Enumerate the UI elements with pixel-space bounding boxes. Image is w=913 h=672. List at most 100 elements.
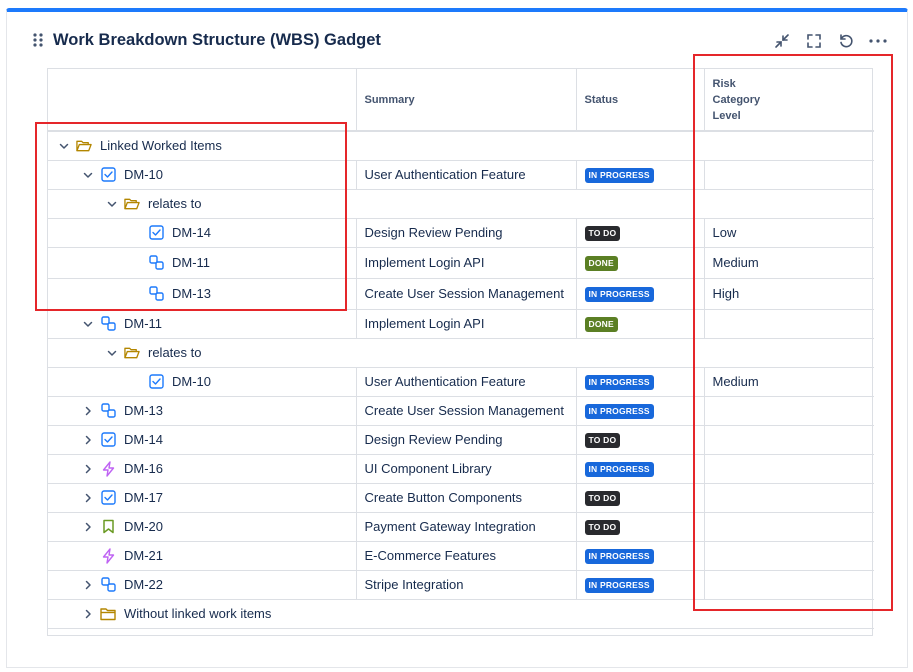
group-row[interactable]: Without linked work items bbox=[48, 599, 874, 629]
table-row[interactable]: DM-10 User Authentication Feature IN PROGR… bbox=[48, 367, 874, 397]
more-options-icon[interactable] bbox=[869, 32, 887, 50]
issue-key-link[interactable]: DM-21 bbox=[124, 548, 163, 563]
tree-cell: DM-14 bbox=[48, 425, 357, 455]
table-row[interactable]: DM-21 E-Commerce Features IN PROGRESS bbox=[48, 541, 874, 571]
header-summary[interactable]: Summary bbox=[356, 69, 577, 132]
group-row[interactable]: relates to bbox=[48, 189, 874, 219]
issue-key-link[interactable]: DM-20 bbox=[124, 519, 163, 534]
refresh-icon[interactable] bbox=[837, 32, 855, 50]
chevron-right-icon[interactable] bbox=[80, 461, 96, 477]
task-checkbox-icon bbox=[100, 167, 116, 183]
summary-cell[interactable]: Stripe Integration bbox=[356, 570, 577, 600]
status-badge[interactable]: TO DO bbox=[584, 226, 621, 241]
wbs-table: Summary Status Risk Category Level Linke… bbox=[47, 68, 874, 636]
chevron-right-icon[interactable] bbox=[80, 490, 96, 506]
task-checkbox-icon bbox=[100, 432, 116, 448]
risk-level-cell: Medium bbox=[704, 247, 874, 279]
epic-lightning-icon bbox=[100, 460, 116, 477]
table-row[interactable]: DM-14 Design Review Pending TO DO bbox=[48, 425, 874, 455]
status-badge[interactable]: TO DO bbox=[584, 433, 621, 448]
issue-key-link[interactable]: DM-17 bbox=[124, 490, 163, 505]
summary-cell[interactable]: Implement Login API bbox=[356, 309, 577, 339]
issue-key-link[interactable]: DM-14 bbox=[124, 432, 163, 447]
status-badge[interactable]: IN PROGRESS bbox=[584, 578, 654, 593]
chevron-right-icon[interactable] bbox=[80, 606, 96, 622]
folder-open-icon bbox=[124, 196, 140, 212]
summary-cell[interactable]: Design Review Pending bbox=[356, 218, 577, 248]
folder-closed-icon bbox=[100, 606, 116, 622]
risk-level-cell bbox=[704, 425, 874, 455]
summary-cell[interactable]: Payment Gateway Integration bbox=[356, 512, 577, 542]
minimize-icon[interactable] bbox=[773, 32, 791, 50]
issue-key-link[interactable]: DM-16 bbox=[124, 461, 163, 476]
status-badge[interactable]: IN PROGRESS bbox=[584, 462, 654, 477]
table-row[interactable]: DM-10 User Authentication Feature IN PROGR… bbox=[48, 160, 874, 190]
risk-level-cell bbox=[704, 483, 874, 513]
chevron-down-icon[interactable] bbox=[80, 167, 96, 183]
group-row[interactable]: Linked Worked Items bbox=[48, 131, 874, 161]
issue-key-link[interactable]: DM-13 bbox=[172, 286, 211, 301]
chevron-right-icon[interactable] bbox=[80, 403, 96, 419]
table-row[interactable]: DM-14 Design Review Pending TO DO Low bbox=[48, 218, 874, 248]
tree-cell: DM-20 bbox=[48, 512, 357, 542]
chevron-down-icon[interactable] bbox=[104, 196, 120, 212]
header-risk-line-1: Risk bbox=[712, 77, 736, 90]
summary-cell[interactable]: Implement Login API bbox=[356, 247, 577, 279]
table-row[interactable]: DM-22 Stripe Integration IN PROGRESS bbox=[48, 570, 874, 600]
issue-key-link[interactable]: DM-14 bbox=[172, 225, 211, 240]
chevron-right-icon[interactable] bbox=[80, 519, 96, 535]
table-row[interactable]: DM-20 Payment Gateway Integration TO DO bbox=[48, 512, 874, 542]
fullscreen-icon[interactable] bbox=[805, 32, 823, 50]
summary-cell[interactable]: Design Review Pending bbox=[356, 425, 577, 455]
summary-cell[interactable]: E-Commerce Features bbox=[356, 541, 577, 571]
summary-cell[interactable]: Create User Session Management bbox=[356, 396, 577, 426]
group-label: relates to bbox=[148, 345, 202, 360]
risk-level-cell: Low bbox=[704, 218, 874, 248]
task-checkbox-icon bbox=[148, 225, 164, 241]
risk-level-cell bbox=[704, 309, 874, 339]
table-row[interactable]: DM-11 Implement Login API DONE Medium bbox=[48, 247, 874, 279]
table-row[interactable]: DM-11 Implement Login API DONE bbox=[48, 309, 874, 339]
chevron-down-icon[interactable] bbox=[56, 138, 72, 154]
summary-cell[interactable]: Create User Session Management bbox=[356, 278, 577, 310]
group-row[interactable]: relates to bbox=[48, 338, 874, 368]
folder-open-icon bbox=[124, 345, 140, 361]
status-badge[interactable]: IN PROGRESS bbox=[584, 549, 654, 564]
tree-cell: Without linked work items bbox=[48, 599, 874, 629]
issue-key-link[interactable]: DM-11 bbox=[124, 316, 162, 331]
summary-cell[interactable]: UI Component Library bbox=[356, 454, 577, 484]
header-risk-category-level[interactable]: Risk Category Level bbox=[704, 69, 874, 132]
task-checkbox-icon bbox=[100, 490, 116, 506]
table-row[interactable]: DM-17 Create Button Components TO DO bbox=[48, 483, 874, 513]
status-badge[interactable]: IN PROGRESS bbox=[584, 168, 654, 183]
chevron-down-icon[interactable] bbox=[80, 316, 96, 332]
issue-key-link[interactable]: DM-10 bbox=[172, 374, 211, 389]
status-badge[interactable]: DONE bbox=[584, 317, 618, 332]
issue-key-link[interactable]: DM-11 bbox=[172, 255, 210, 270]
issue-key-link[interactable]: DM-10 bbox=[124, 167, 163, 182]
status-badge[interactable]: IN PROGRESS bbox=[584, 404, 654, 419]
issue-key-link[interactable]: DM-13 bbox=[124, 403, 163, 418]
header-risk-line-3: Level bbox=[712, 109, 741, 122]
status-badge[interactable]: DONE bbox=[584, 256, 618, 271]
table-row[interactable]: DM-16 UI Component Library IN PROGRESS bbox=[48, 454, 874, 484]
summary-cell[interactable]: User Authentication Feature bbox=[356, 160, 577, 190]
table-row[interactable]: DM-13 Create User Session Management IN PR… bbox=[48, 278, 874, 310]
header-status[interactable]: Status bbox=[576, 69, 705, 132]
status-badge[interactable]: IN PROGRESS bbox=[584, 287, 654, 302]
status-badge[interactable]: TO DO bbox=[584, 491, 621, 506]
table-row[interactable]: DM-13 Create User Session Management IN PR… bbox=[48, 396, 874, 426]
summary-cell[interactable]: User Authentication Feature bbox=[356, 367, 577, 397]
tree-cell: DM-22 bbox=[48, 570, 357, 600]
chevron-right-icon[interactable] bbox=[80, 577, 96, 593]
status-badge[interactable]: TO DO bbox=[584, 520, 621, 535]
status-badge[interactable]: IN PROGRESS bbox=[584, 375, 654, 390]
summary-cell[interactable]: Create Button Components bbox=[356, 483, 577, 513]
chevron-right-icon[interactable] bbox=[80, 432, 96, 448]
issue-key-link[interactable]: DM-22 bbox=[124, 577, 163, 592]
drag-handle-icon[interactable] bbox=[33, 33, 43, 52]
chevron-down-icon[interactable] bbox=[104, 345, 120, 361]
